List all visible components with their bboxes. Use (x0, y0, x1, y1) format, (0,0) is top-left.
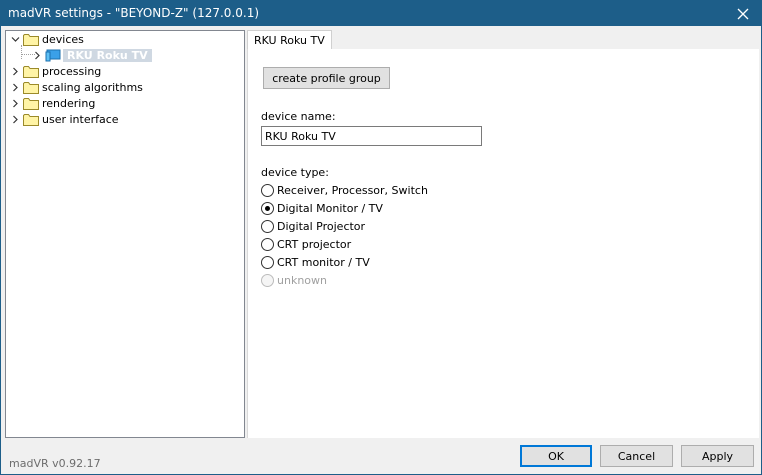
chevron-right-icon[interactable] (9, 95, 21, 111)
close-icon (737, 8, 749, 19)
folder-icon (23, 96, 39, 110)
chevron-right-icon[interactable] (9, 79, 21, 95)
tree-item-processing[interactable]: processing (9, 63, 101, 79)
chevron-right-icon[interactable] (9, 111, 21, 127)
button-label: Cancel (617, 449, 656, 463)
radio-label: CRT monitor / TV (277, 255, 370, 269)
folder-icon (23, 112, 39, 126)
folder-icon (23, 64, 39, 78)
settings-tree[interactable]: devices RKU Roku TV processing scaling a… (5, 30, 245, 438)
button-label: OK (548, 449, 564, 463)
tab-label: RKU Roku TV (254, 34, 325, 47)
chevron-right-icon[interactable] (9, 63, 21, 79)
tree-item-label: devices (42, 32, 84, 46)
tree-item-label: rendering (42, 96, 96, 110)
tree-item-rendering[interactable]: rendering (9, 95, 95, 111)
radio-crt-monitor-tv[interactable]: CRT monitor / TV (261, 254, 370, 270)
radio-label: unknown (277, 273, 327, 287)
radio-digital-projector[interactable]: Digital Projector (261, 218, 365, 234)
radio-unknown: unknown (261, 272, 327, 288)
tree-item-label: user interface (42, 112, 119, 126)
radio-circle[interactable] (261, 237, 274, 251)
radio-label: Digital Monitor / TV (277, 201, 383, 215)
button-label: Apply (701, 449, 734, 463)
tree-item-label: RKU Roku TV (63, 48, 152, 62)
radio-crt-projector[interactable]: CRT projector (261, 236, 351, 252)
radio-label: CRT projector (277, 237, 352, 251)
device-name-input[interactable]: RKU Roku TV (261, 126, 482, 146)
radio-circle (261, 273, 274, 287)
tree-item-label: scaling algorithms (42, 80, 143, 94)
radio-receiver-processor-switch[interactable]: Receiver, Processor, Switch (261, 182, 428, 198)
button-label: create profile group (272, 71, 381, 85)
tree-item-user-interface[interactable]: user interface (9, 111, 119, 127)
radio-circle[interactable] (261, 183, 274, 197)
version-label: madVR v0.92.17 (9, 457, 101, 470)
radio-circle[interactable] (261, 201, 274, 215)
radio-selected-dot (265, 205, 270, 211)
title-bar[interactable]: madVR settings - "BEYOND-Z" (127.0.0.1) (1, 1, 761, 26)
chevron-right-icon[interactable] (31, 47, 43, 63)
device-type-label: device type: (261, 166, 329, 179)
monitor-icon (45, 48, 61, 62)
create-profile-group-button[interactable]: create profile group (263, 67, 390, 89)
tree-item-devices[interactable]: devices (9, 31, 84, 47)
radio-circle[interactable] (261, 219, 274, 233)
folder-icon (23, 32, 39, 46)
ok-button[interactable]: OK (520, 445, 592, 467)
close-button[interactable] (725, 1, 761, 26)
device-name-label: device name: (261, 110, 336, 123)
cancel-button[interactable]: Cancel (600, 445, 673, 467)
chevron-down-icon[interactable] (9, 31, 21, 47)
tree-item-rku-roku-tv[interactable]: RKU Roku TV (31, 47, 152, 63)
tab-rku-roku-tv[interactable]: RKU Roku TV (247, 30, 332, 50)
apply-button[interactable]: Apply (681, 445, 754, 467)
radio-label: Receiver, Processor, Switch (277, 183, 428, 197)
tab-strip: RKU Roku TV (247, 30, 759, 50)
tree-item-scaling-algorithms[interactable]: scaling algorithms (9, 79, 143, 95)
radio-digital-monitor-tv[interactable]: Digital Monitor / TV (261, 200, 383, 216)
tree-item-label: processing (42, 64, 102, 78)
settings-window: madVR settings - "BEYOND-Z" (127.0.0.1) … (0, 0, 762, 475)
radio-label: Digital Projector (277, 219, 366, 233)
device-name-value: RKU Roku TV (265, 129, 336, 143)
window-title: madVR settings - "BEYOND-Z" (127.0.0.1) (8, 6, 260, 20)
radio-circle[interactable] (261, 255, 274, 269)
device-settings-page: create profile group device name: RKU Ro… (247, 49, 759, 438)
tree-connector (21, 45, 22, 59)
folder-icon (23, 80, 39, 94)
